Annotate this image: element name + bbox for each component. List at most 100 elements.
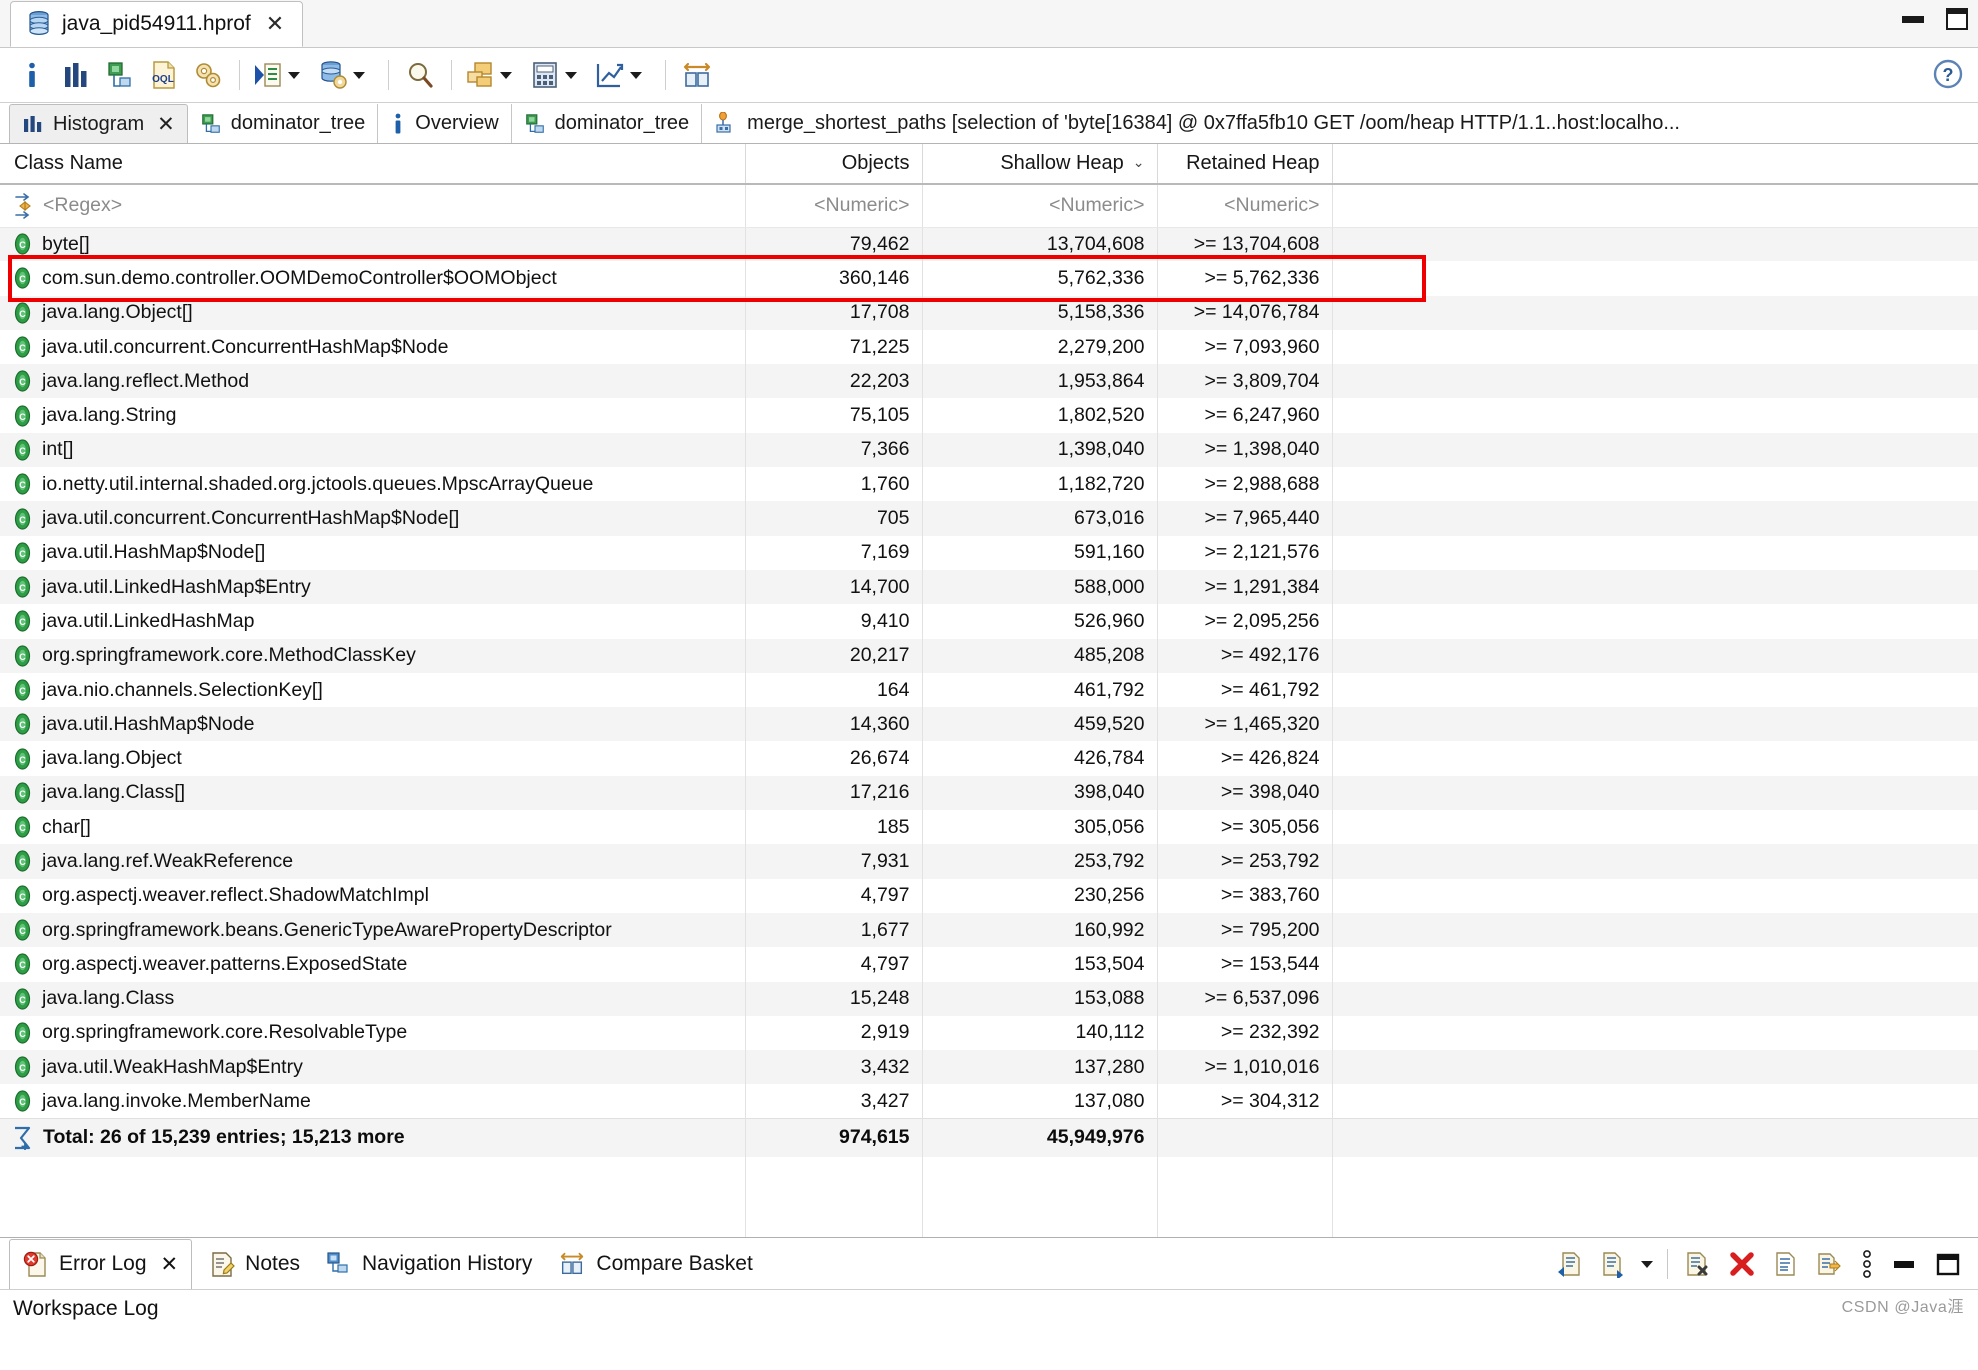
filter-cell-objects[interactable]: <Numeric> <box>745 184 922 227</box>
table-row[interactable]: C io.netty.util.internal.shaded.org.jcto… <box>0 467 1978 501</box>
view-menu-caret-icon[interactable] <box>1635 1242 1659 1286</box>
view-menu-icon[interactable] <box>1852 1242 1882 1286</box>
bottom-tab-close-icon[interactable]: ✕ <box>161 1252 179 1277</box>
bottom-tab-navigation-history[interactable]: Navigation History <box>313 1239 545 1289</box>
editor-tab-close-icon[interactable]: ✕ <box>262 13 288 35</box>
chevron-down-icon[interactable] <box>500 72 512 79</box>
maximize-icon[interactable] <box>1946 8 1968 30</box>
export-log-icon[interactable] <box>1808 1242 1852 1286</box>
filter-cell-shallow-heap[interactable]: <Numeric> <box>922 184 1157 227</box>
histogram-icon[interactable] <box>54 54 98 96</box>
cell-spacer <box>1332 982 1978 1016</box>
chevron-down-icon[interactable] <box>353 72 365 79</box>
group-by-icon[interactable] <box>461 54 526 96</box>
help-button[interactable]: ? <box>1932 58 1964 95</box>
chevron-down-icon[interactable] <box>288 72 300 79</box>
overview-info-icon[interactable] <box>10 54 54 96</box>
table-row[interactable]: C java.lang.Object[]17,7085,158,336>= 14… <box>0 296 1978 330</box>
table-row[interactable]: C java.lang.Class[]17,216398,040>= 398,0… <box>0 776 1978 810</box>
table-row[interactable]: C org.springframework.core.ResolvableTyp… <box>0 1016 1978 1050</box>
table-row[interactable]: C org.aspectj.weaver.patterns.ExposedSta… <box>0 947 1978 981</box>
chevron-down-icon[interactable] <box>630 72 642 79</box>
maximize-view-icon[interactable] <box>1926 1242 1970 1286</box>
class-name-text: java.lang.String <box>42 404 176 427</box>
table-row[interactable]: C java.lang.Class15,248153,088>= 6,537,0… <box>0 982 1978 1016</box>
cell-shallow-heap: 398,040 <box>922 776 1157 810</box>
cell-objects: 3,432 <box>745 1050 922 1084</box>
heap-dump-query-icon[interactable] <box>314 54 379 96</box>
cell-retained-heap: >= 398,040 <box>1157 776 1332 810</box>
bottom-tab-notes[interactable]: Notes <box>196 1239 313 1289</box>
tab-histogram[interactable]: Histogram ✕ <box>9 104 188 143</box>
table-row[interactable]: C java.nio.channels.SelectionKey[]164461… <box>0 673 1978 707</box>
cell-retained-heap: >= 6,247,960 <box>1157 398 1332 432</box>
cell-class-name: C java.lang.Class <box>0 982 745 1016</box>
table-row[interactable]: C org.springframework.core.MethodClassKe… <box>0 639 1978 673</box>
cell-objects: 705 <box>745 501 922 535</box>
column-header-class-name[interactable]: Class Name <box>0 144 745 184</box>
editor-tab-heap-dump[interactable]: java_pid54911.hprof ✕ <box>10 1 303 47</box>
table-row[interactable]: C int[]7,3661,398,040>= 1,398,040 <box>0 433 1978 467</box>
table-row[interactable]: C java.lang.reflect.Method22,2031,953,86… <box>0 364 1978 398</box>
table-row[interactable]: C java.util.LinkedHashMap$Entry14,700588… <box>0 570 1978 604</box>
table-row[interactable]: C java.lang.ref.WeakReference7,931253,79… <box>0 844 1978 878</box>
delete-log-entry-icon[interactable] <box>1676 1242 1720 1286</box>
table-row[interactable]: C java.util.HashMap$Node14,360459,520>= … <box>0 707 1978 741</box>
cell-class-name: C java.lang.ref.WeakReference <box>0 844 745 878</box>
restore-log-icon[interactable] <box>1547 1242 1591 1286</box>
gear-inspections-icon[interactable] <box>186 54 230 96</box>
chevron-down-icon[interactable] <box>565 72 577 79</box>
calculate-icon[interactable] <box>526 54 591 96</box>
class-icon: C <box>12 1056 33 1078</box>
table-row[interactable]: C java.util.LinkedHashMap9,410526,960>= … <box>0 604 1978 638</box>
tab-dominator-tree-1[interactable]: dominator_tree <box>188 104 379 143</box>
table-row[interactable]: C byte[]79,46213,704,608>= 13,704,608 <box>0 227 1978 261</box>
cell-retained-heap: >= 232,392 <box>1157 1016 1332 1050</box>
tab-overview[interactable]: Overview <box>378 104 511 143</box>
total-retained-heap <box>1157 1119 1332 1157</box>
table-row[interactable]: C java.util.HashMap$Node[]7,169591,160>=… <box>0 536 1978 570</box>
cell-retained-heap: >= 1,465,320 <box>1157 707 1332 741</box>
table-row[interactable]: C char[]185305,056>= 305,056 <box>0 810 1978 844</box>
column-header-retained-heap[interactable]: Retained Heap <box>1157 144 1332 184</box>
svg-text:C: C <box>19 960 26 970</box>
dominator-tree-icon[interactable] <box>98 54 142 96</box>
compare-basket-icon[interactable] <box>675 54 719 96</box>
cell-shallow-heap: 1,953,864 <box>922 364 1157 398</box>
export-chart-icon[interactable] <box>591 54 656 96</box>
tab-dominator-tree-2[interactable]: dominator_tree <box>512 104 703 143</box>
open-log-icon[interactable] <box>1764 1242 1808 1286</box>
tab-merge-shortest-paths[interactable]: merge_shortest_paths [selection of 'byte… <box>702 104 1692 143</box>
column-header-shallow-heap[interactable]: Shallow Heap⌄ <box>922 144 1157 184</box>
filter-cell-class-name[interactable]: <Regex> <box>0 184 745 227</box>
tab-close-icon[interactable]: ✕ <box>157 112 175 137</box>
histogram-table-container: Class Name Objects Shallow Heap⌄ Retaine… <box>0 144 1978 1238</box>
table-row[interactable]: C java.lang.invoke.MemberName3,427137,08… <box>0 1084 1978 1118</box>
cell-objects: 4,797 <box>745 879 922 913</box>
merge-paths-icon <box>714 112 738 136</box>
clear-log-icon[interactable] <box>1720 1242 1764 1286</box>
table-row[interactable]: C com.sun.demo.controller.OOMDemoControl… <box>0 261 1978 295</box>
info-icon <box>390 112 406 136</box>
bottom-tab-compare-basket[interactable]: Compare Basket <box>545 1239 765 1289</box>
minimize-view-icon[interactable] <box>1882 1242 1926 1286</box>
table-row[interactable]: C java.util.concurrent.ConcurrentHashMap… <box>0 330 1978 364</box>
table-row[interactable]: C java.lang.Object26,674426,784>= 426,82… <box>0 741 1978 775</box>
table-row[interactable]: C java.lang.String75,1051,802,520>= 6,24… <box>0 398 1978 432</box>
watermark-text: CSDN @Java涯 <box>1842 1293 1964 1317</box>
minimize-icon[interactable] <box>1902 16 1924 23</box>
cell-retained-heap: >= 795,200 <box>1157 913 1332 947</box>
column-header-objects[interactable]: Objects <box>745 144 922 184</box>
table-row[interactable]: C org.aspectj.weaver.reflect.ShadowMatch… <box>0 879 1978 913</box>
table-row[interactable]: C java.util.concurrent.ConcurrentHashMap… <box>0 501 1978 535</box>
oql-icon[interactable]: OQL <box>142 54 186 96</box>
bottom-tab-error-log[interactable]: Error Log ✕ <box>9 1239 192 1289</box>
filter-cell-retained-heap[interactable]: <Numeric> <box>1157 184 1332 227</box>
table-row[interactable]: C java.util.WeakHashMap$Entry3,432137,28… <box>0 1050 1978 1084</box>
cell-class-name: C java.nio.channels.SelectionKey[] <box>0 673 745 707</box>
import-log-icon[interactable] <box>1591 1242 1635 1286</box>
svg-text:C: C <box>19 515 26 525</box>
run-expert-system-icon[interactable] <box>249 54 314 96</box>
table-row[interactable]: C org.springframework.beans.GenericTypeA… <box>0 913 1978 947</box>
search-icon[interactable] <box>398 54 442 96</box>
